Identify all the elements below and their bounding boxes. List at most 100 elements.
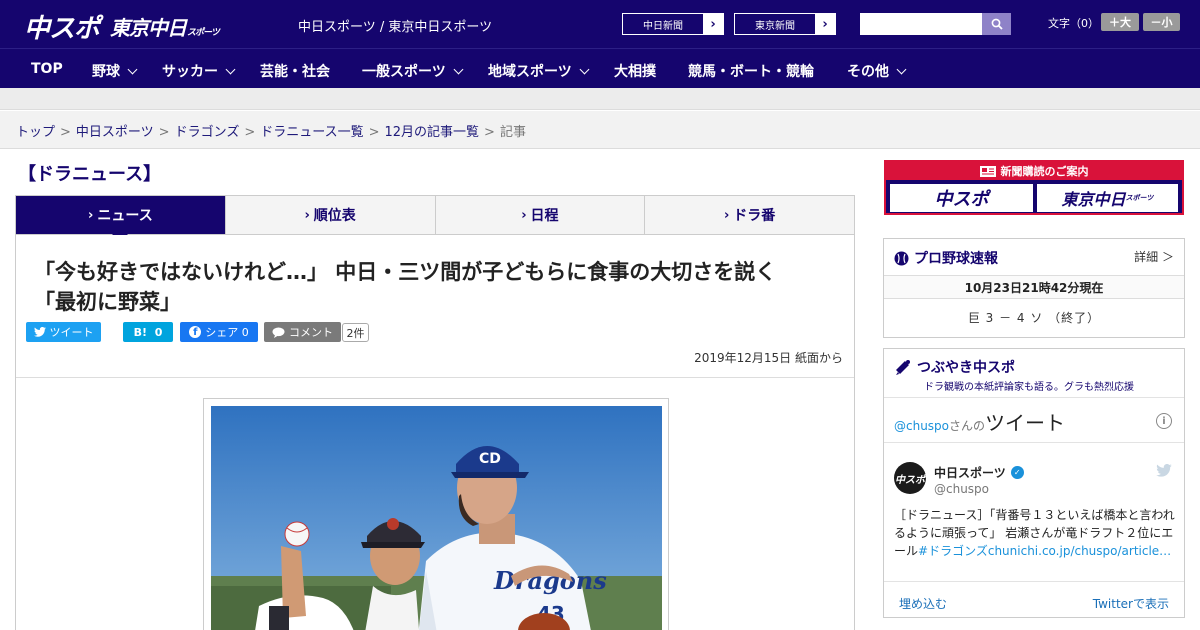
comment-count: 2件 (342, 323, 369, 342)
comment-button[interactable]: コメント (264, 322, 341, 342)
section-tabs: › ニュース › 順位表 › 日程 › ドラ番 (15, 195, 855, 242)
nav-label: 大相撲 (614, 64, 656, 80)
font-smaller-button[interactable]: －小 (1143, 13, 1180, 31)
nav-item-racing[interactable]: 競馬・ボート・競輪 (688, 61, 814, 81)
tokyo-shimbun-link[interactable]: 東京新聞 › (734, 13, 836, 35)
nav-label: 一般スポーツ (362, 64, 446, 80)
tokyo-chunichi-logo-sub: スポーツ (187, 28, 220, 38)
game-score[interactable]: 巨 3 － 4 ソ （終了） (884, 309, 1184, 326)
tab-label: ニュース (97, 208, 153, 224)
nav-item-sumo[interactable]: 大相撲 (614, 61, 656, 81)
twitter-panel-title: つぶやき中スポ (917, 360, 1015, 376)
pro-baseball-title: プロ野球速報 (914, 251, 998, 267)
nav-label: 野球 (92, 64, 120, 80)
tab-news[interactable]: › ニュース (16, 196, 226, 242)
chevron-right-icon: › (88, 207, 94, 223)
chevron-right-icon: › (822, 16, 828, 32)
twitter-panel-subtitle: ドラ観戦の本紙評論家も語る。グラも熱烈応援 (924, 382, 1134, 393)
hatena-bookmark-button[interactable]: B! 0 (123, 322, 173, 342)
speech-bubble-icon (272, 327, 285, 338)
newspaper-icon (979, 165, 996, 177)
font-larger-button[interactable]: ＋大 (1101, 13, 1139, 31)
search-input[interactable] (860, 13, 982, 35)
nav-label: サッカー (162, 64, 218, 80)
chevron-down-icon (225, 64, 236, 75)
timeline-tweet-word: ツイート (985, 411, 1066, 435)
nav-label: 地域スポーツ (488, 64, 572, 80)
breadcrumb-separator: > (368, 125, 380, 140)
info-icon[interactable]: i (1156, 413, 1172, 429)
hatena-count: 0 (154, 325, 163, 339)
baseball-detail-link[interactable]: 詳細 ＞ (1134, 248, 1174, 265)
article-headline: 「今も好きではないけれど…」 中日・三ツ間が子どもらに食事の大切さを説く 「最初… (34, 257, 844, 317)
tab-draban[interactable]: › ドラ番 (645, 196, 854, 234)
cap-logo-text: CD (479, 451, 501, 467)
subscription-promo[interactable]: 新聞購読のご案内 中スポ 東京中日 スポーツ (884, 160, 1184, 215)
divider (884, 397, 1184, 398)
chuspo-logo[interactable]: 中スポ (24, 8, 100, 45)
promo-logo-tokyo-chunichi: 東京中日 スポーツ (1037, 184, 1178, 212)
hatena-label: B! (133, 325, 148, 339)
main-nav: TOP 野球 サッカー 芸能・社会 一般スポーツ 地域スポーツ 大相撲 競馬・ボ… (0, 48, 1200, 88)
tab-standings[interactable]: › 順位表 (226, 196, 436, 234)
nav-item-soccer[interactable]: サッカー (162, 61, 236, 81)
site-title: 中日スポーツ / 東京中日スポーツ (298, 20, 493, 35)
nav-item-regional-sports[interactable]: 地域スポーツ (488, 61, 590, 81)
breadcrumb-bar: トップ > 中日スポーツ > ドラゴンズ > ドラニュース一覧 >12月の記事一覧 > 記事 (0, 111, 1200, 149)
nav-item-general-sports[interactable]: 一般スポーツ (362, 61, 464, 81)
timeline-handle-suffix: さんの (949, 419, 986, 433)
breadcrumb-link-dragons[interactable]: ドラゴンズ (175, 125, 240, 140)
article-photo-frame: CD Dragons 43 (203, 398, 669, 630)
search-icon (991, 18, 1003, 30)
nav-item-baseball[interactable]: 野球 (92, 61, 138, 81)
nav-item-other[interactable]: その他 (847, 61, 907, 81)
breadcrumb-link-top[interactable]: トップ (16, 125, 55, 140)
chunichi-shimbun-label: 中日新聞 (623, 14, 703, 34)
breadcrumb-link-dra-news-list[interactable]: ドラニュース一覧 (260, 125, 363, 140)
subscription-promo-title: 新聞購読のご案内 (1000, 165, 1089, 178)
tweet-body: ［ドラニュース］「背番号１３といえば橋本と言われるように頑張って」 岩瀬さんが竜… (894, 506, 1176, 560)
view-on-twitter-link[interactable]: Twitterで表示 (1093, 595, 1169, 612)
tab-schedule[interactable]: › 日程 (436, 196, 646, 234)
search-button[interactable] (982, 13, 1011, 35)
breadcrumb-link-chunichi-sports[interactable]: 中日スポーツ (76, 125, 154, 140)
chevron-down-icon (896, 64, 907, 75)
tweet-account-name: 中日スポーツ (934, 466, 1006, 480)
avatar[interactable]: 中スポ (894, 462, 926, 494)
timeline-handle-link[interactable]: @chuspo (894, 419, 949, 433)
header-stripe (0, 88, 1200, 110)
promo-logo-tokyo-text: 東京中日 (1061, 190, 1126, 209)
twitter-bird-icon[interactable] (1156, 464, 1172, 477)
nav-item-top[interactable]: TOP (31, 61, 63, 77)
baseball-icon (894, 251, 909, 265)
tweet-button[interactable]: ツイート (26, 322, 101, 342)
chevron-down-icon (453, 64, 464, 75)
headline-line-1: 「今も好きではないけれど…」 中日・三ツ間が子どもらに食事の大切さを説く (34, 260, 777, 284)
headline-line-2: 「最初に野菜」 (34, 290, 181, 314)
pro-baseball-panel: プロ野球速報 詳細 ＞ 10月23日21時42分現在 巨 3 － 4 ソ （終了… (883, 238, 1185, 338)
megaphone-icon (896, 360, 910, 375)
tweet-link[interactable]: chunichi.co.jp/chuspo/article… (988, 544, 1171, 558)
tweet-label: ツイート (49, 326, 94, 339)
tweet-account-handle[interactable]: @chuspo (934, 482, 989, 496)
article: 「今も好きではないけれど…」 中日・三ツ間が子どもらに食事の大切さを説く 「最初… (15, 235, 855, 630)
chevron-down-icon (579, 64, 590, 75)
facebook-share-button[interactable]: f シェア 0 (180, 322, 258, 342)
article-photo[interactable]: CD Dragons 43 (211, 406, 662, 630)
divider (884, 581, 1184, 582)
embed-link[interactable]: 埋め込む (899, 595, 947, 612)
breadcrumb-current: 記事 (499, 125, 526, 140)
chevron-right-icon: › (304, 207, 310, 223)
tokyo-chunichi-logo[interactable]: 東京中日スポーツ (110, 12, 220, 41)
breadcrumb-link-december-list[interactable]: 12月の記事一覧 (385, 125, 480, 140)
promo-logo-chuspo: 中スポ (890, 184, 1033, 212)
nav-item-entertainment[interactable]: 芸能・社会 (260, 61, 330, 81)
nav-label: 芸能・社会 (260, 64, 330, 80)
chunichi-shimbun-link[interactable]: 中日新聞 › (622, 13, 724, 35)
breadcrumb-separator: > (244, 125, 256, 140)
chevron-right-icon: › (723, 207, 730, 223)
timeline-title: @chuspoさんのツイート (894, 407, 1065, 436)
tweet-account[interactable]: 中日スポーツ ✓ (934, 464, 1024, 481)
nav-label: 競馬・ボート・競輪 (688, 64, 814, 80)
tweet-hashtag[interactable]: #ドラゴンズ (918, 544, 988, 558)
